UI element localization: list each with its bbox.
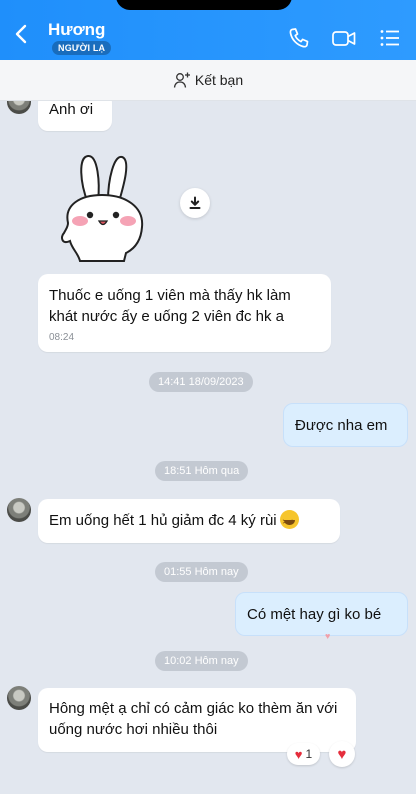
heart-icon: ♥	[337, 745, 347, 763]
download-icon	[189, 196, 201, 209]
add-friend-label: Kết bạn	[194, 72, 244, 88]
message-text: Thuốc e uống 1 viên mà thấy hk làm khát …	[49, 287, 291, 325]
date-separator: 01:55 Hôm nay	[155, 562, 248, 582]
message-text: Được nha em	[295, 417, 388, 434]
add-person-icon	[173, 72, 190, 88]
small-heart-icon: ♥	[325, 631, 331, 641]
add-friend-bar[interactable]: Kết bạn	[0, 60, 416, 101]
contact-name[interactable]: Hương	[48, 20, 105, 40]
stranger-badge: NGƯỜI LẠ	[52, 41, 112, 55]
date-separator: 10:02 Hôm nay	[155, 651, 248, 671]
video-call-icon[interactable]	[331, 26, 357, 50]
back-arrow-icon[interactable]	[10, 22, 34, 46]
outgoing-message[interactable]: Có mệt hay gì ko bé	[235, 592, 408, 636]
reaction-count[interactable]: ♥ 1	[287, 743, 320, 765]
incoming-message[interactable]: Thuốc e uống 1 viên mà thấy hk làm khát …	[38, 274, 331, 352]
message-text: Anh ơi	[49, 101, 94, 118]
outgoing-message[interactable]: Được nha em	[283, 403, 408, 447]
bunny-sticker[interactable]	[58, 153, 150, 263]
dynamic-island	[116, 0, 292, 10]
menu-list-icon[interactable]	[378, 26, 402, 50]
phone-icon[interactable]	[287, 26, 311, 50]
incoming-message[interactable]: Em uống hết 1 hủ giảm đc 4 ký rùi	[38, 499, 340, 543]
chat-header: Hương NGƯỜI LẠ	[0, 0, 416, 60]
reaction-count-label: 1	[305, 747, 313, 761]
message-text: Có mệt hay gì ko bé	[247, 606, 382, 623]
react-button[interactable]: ♥	[329, 741, 355, 767]
message-text: Hông mệt ạ chỉ có cảm giác ko thèm ăn vớ…	[49, 700, 338, 738]
download-button[interactable]	[180, 188, 210, 218]
heart-icon: ♥	[294, 746, 303, 762]
date-separator: 14:41 18/09/2023	[149, 372, 253, 392]
date-separator: 18:51 Hôm qua	[155, 461, 249, 481]
laughing-emoji-icon	[279, 510, 299, 533]
avatar[interactable]	[7, 498, 31, 522]
message-time: 08:24	[49, 332, 75, 343]
incoming-message[interactable]: Anh ơi	[38, 101, 112, 131]
message-text: Em uống hết 1 hủ giảm đc 4 ký rùi	[49, 512, 277, 529]
avatar[interactable]	[7, 101, 31, 114]
chat-messages[interactable]: Anh ơi Thuốc e uống 1 viên mà thấy hk là…	[0, 101, 416, 794]
avatar[interactable]	[7, 686, 31, 710]
